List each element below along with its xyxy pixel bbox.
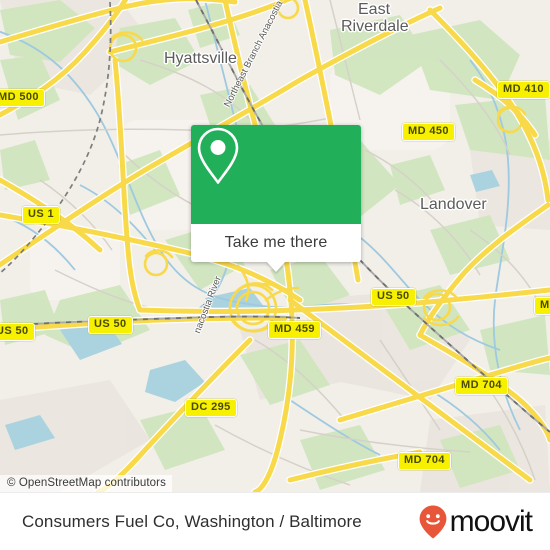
moovit-smiley-pin-icon xyxy=(419,505,447,538)
card-pointer-tail xyxy=(266,261,286,272)
highway-shield-dc295[interactable]: DC 295 xyxy=(185,399,237,417)
moovit-wordmark: moovit xyxy=(449,504,533,538)
highway-shield-md704-upper[interactable]: MD 704 xyxy=(455,377,508,395)
place-label-riverdale: Riverdale xyxy=(341,18,409,35)
place-title: Consumers Fuel Co, Washington / Baltimor… xyxy=(22,511,362,531)
place-label-landover: Landover xyxy=(420,196,487,213)
highway-shield-us50-left[interactable]: US 50 xyxy=(0,323,35,341)
place-label-hyattsville: Hyattsville xyxy=(164,50,237,67)
highway-shield-md450[interactable]: MD 450 xyxy=(402,123,455,141)
highway-shield-md500[interactable]: MD 500 xyxy=(0,89,45,107)
osm-attribution[interactable]: © OpenStreetMap contributors xyxy=(0,475,172,492)
take-me-there-card[interactable]: Take me there xyxy=(191,125,361,272)
map-canvas[interactable]: Northeast Branch Anacostia R nacostia Ri… xyxy=(0,0,550,492)
map-pin-icon xyxy=(197,127,239,184)
highway-shield-us50-right[interactable]: US 50 xyxy=(371,288,416,306)
footer-bar: Consumers Fuel Co, Washington / Baltimor… xyxy=(0,492,550,550)
place-label-east: East xyxy=(358,1,391,18)
highway-shield-us50-center[interactable]: US 50 xyxy=(88,316,133,334)
highway-shield-md410[interactable]: MD 410 xyxy=(497,81,550,99)
highway-shield-md-edge[interactable]: MD xyxy=(534,297,550,315)
highway-shield-md704-lower[interactable]: MD 704 xyxy=(398,452,451,470)
moovit-logo[interactable]: moovit xyxy=(417,504,533,540)
take-me-there-label: Take me there xyxy=(224,234,328,251)
map-screenshot-root: Northeast Branch Anacostia R nacostia Ri… xyxy=(0,0,550,550)
card-pin-area xyxy=(191,125,361,224)
highway-shield-md459[interactable]: MD 459 xyxy=(268,321,321,339)
highway-shield-us1[interactable]: US 1 xyxy=(22,206,61,224)
card-cta-area[interactable]: Take me there xyxy=(191,224,361,272)
